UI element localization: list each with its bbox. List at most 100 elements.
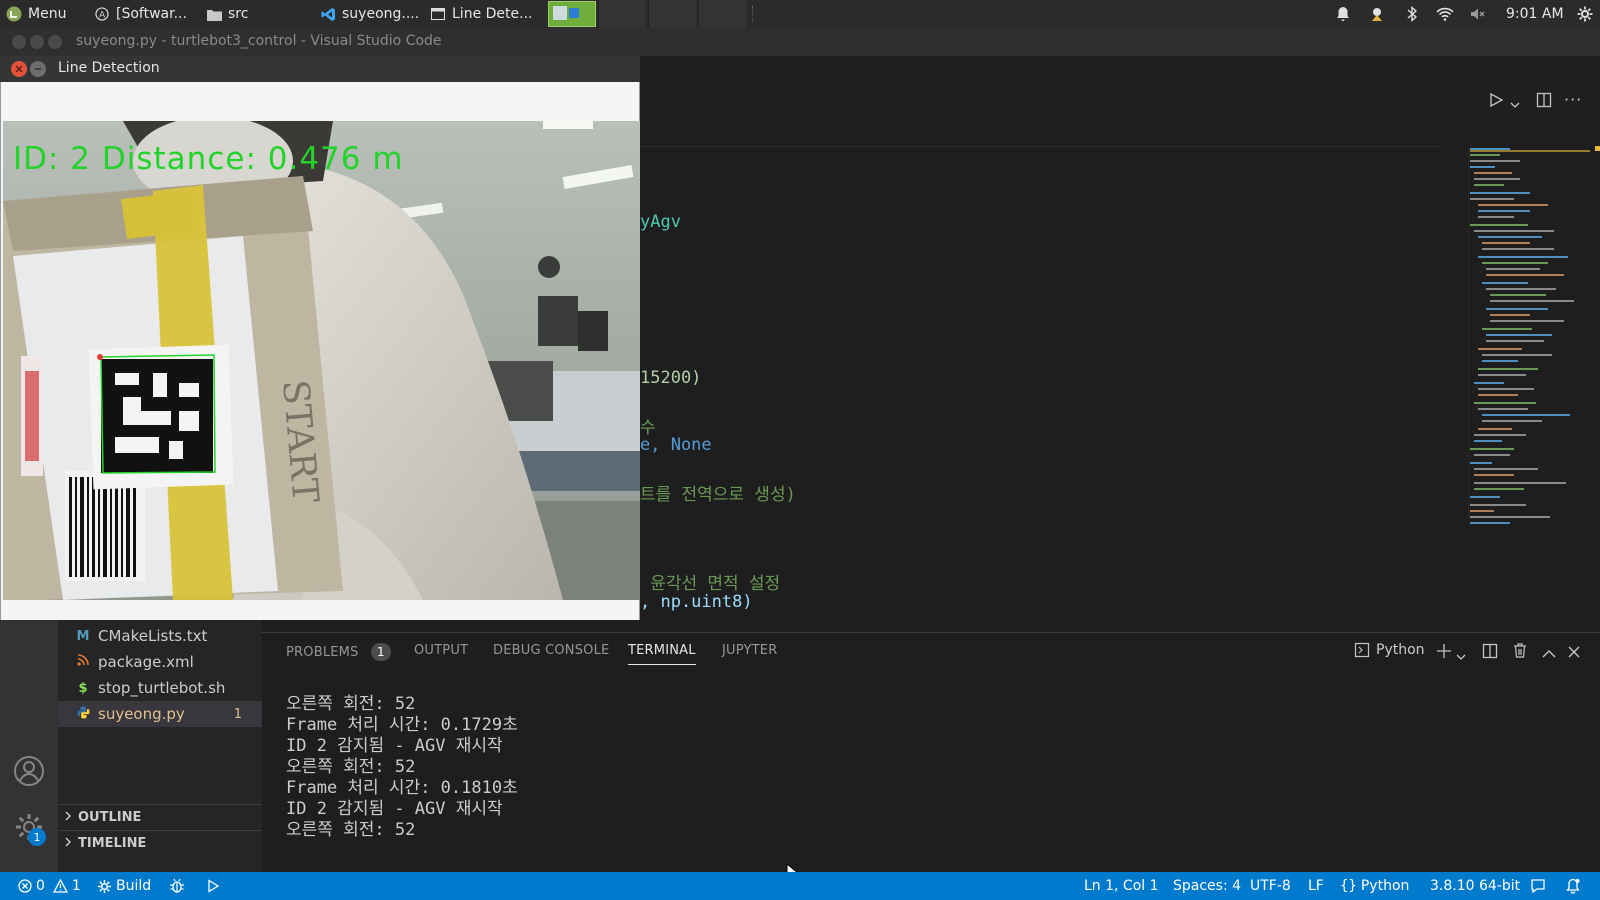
error-icon — [18, 879, 32, 893]
vscode-window-title: suyeong.py - turtlebot3_control - Visual… — [76, 33, 442, 49]
menu-label: Menu — [28, 6, 67, 22]
build-label: Build — [116, 878, 152, 894]
rss-file-icon — [76, 654, 90, 670]
current-line-highlight — [640, 146, 1440, 148]
timeline-section-header[interactable]: TIMELINE — [58, 830, 262, 856]
bluetooth-icon[interactable] — [1403, 5, 1421, 23]
minimize-icon — [35, 68, 41, 70]
tab-terminal[interactable]: TERMINAL — [628, 643, 696, 665]
code-fragment: 15200) — [640, 368, 701, 388]
workspace-3[interactable] — [648, 0, 696, 28]
workspace-thumbnail-icon — [553, 6, 579, 20]
file-item-cmakelists[interactable]: M CMakeLists.txt — [58, 623, 262, 649]
problems-status[interactable]: 0 1 — [18, 872, 81, 900]
code-fragment-text: e, None — [640, 435, 712, 455]
menu-button[interactable]: Menu — [6, 0, 66, 28]
svg-text:A: A — [99, 11, 106, 21]
update-manager-icon[interactable] — [1368, 5, 1386, 23]
vscode-close-button[interactable] — [12, 35, 26, 49]
vscode-minimize-button[interactable] — [30, 35, 44, 49]
file-item-stop-turtlebot[interactable]: $ stop_turtlebot.sh — [58, 675, 262, 701]
code-fragment-text: 트를 전역으로 생성) — [640, 485, 796, 505]
workspace-2[interactable] — [598, 0, 646, 28]
cursor-position[interactable]: Ln 1, Col 1 — [1084, 872, 1159, 900]
file-item-suyeong-py[interactable]: suyeong.py 1 — [58, 701, 262, 727]
indentation-setting[interactable]: Spaces: 4 — [1173, 872, 1241, 900]
language-mode[interactable]: {} Python — [1340, 872, 1409, 900]
vscode-maximize-button[interactable] — [48, 35, 62, 49]
taskbar-item-label: src — [228, 6, 249, 22]
tab-problems[interactable]: PROBLEMS 1 — [286, 643, 391, 661]
line-detection-window: START ID: 2 Distance: 0.476 m — [0, 82, 640, 620]
code-editor[interactable]: yAgv 15200) 수 e, None 트를 전역으로 생성) 윤각선 면적… — [640, 120, 1600, 882]
workspace-switcher-active[interactable] — [548, 1, 596, 27]
file-name: stop_turtlebot.sh — [98, 679, 226, 697]
desktop-top-panel: Menu A [Softwar... src suyeong.... Line … — [0, 0, 1600, 28]
code-fragment: e, None — [640, 435, 712, 455]
tab-debug-console[interactable]: DEBUG CONSOLE — [493, 643, 609, 658]
taskbar-item-line-detection[interactable]: Line Dete... — [430, 0, 540, 28]
trash-icon[interactable] — [1512, 642, 1528, 663]
line-detection-title: Line Detection — [58, 60, 160, 76]
taskbar-item-software[interactable]: A [Softwar... — [94, 0, 194, 28]
notification-bell-icon[interactable] — [1334, 5, 1352, 23]
file-item-package-xml[interactable]: package.xml — [58, 649, 262, 675]
tab-jupyter[interactable]: JUPYTER — [722, 643, 777, 658]
code-fragment-text: 15200) — [640, 368, 702, 388]
camera-image: START — [3, 121, 640, 600]
new-terminal-plus-icon[interactable] — [1436, 643, 1452, 663]
wifi-icon[interactable] — [1436, 5, 1454, 23]
shell-file-icon: $ — [78, 680, 88, 696]
code-fragment-text: 윤각선 면적 설정 — [640, 574, 781, 594]
volume-muted-icon[interactable] — [1469, 5, 1487, 23]
play-icon — [208, 879, 220, 893]
terminal-profile-label: Python — [1376, 642, 1425, 658]
eol-setting[interactable]: LF — [1308, 872, 1324, 900]
line-detection-titlebar[interactable]: Line Detection — [0, 56, 640, 82]
taskbar-item-label: [Softwar... — [116, 6, 187, 22]
minimap[interactable] — [1470, 148, 1585, 528]
close-icon — [15, 65, 23, 73]
split-terminal-icon[interactable] — [1482, 643, 1498, 663]
code-fragment: , np.uint8) — [640, 592, 753, 612]
explorer-panel: M CMakeLists.txt package.xml $ stop_turt… — [58, 620, 262, 872]
feedback-icon[interactable] — [1530, 872, 1546, 900]
code-fragment: 윤각선 면적 설정 — [640, 569, 780, 594]
build-button[interactable]: Build — [97, 872, 151, 900]
maximize-panel-chevron-up-icon[interactable] — [1542, 644, 1556, 663]
python-interpreter[interactable]: 3.8.10 64-bit — [1430, 872, 1520, 900]
clock-time: 9:01 AM — [1506, 6, 1564, 22]
more-actions-icon[interactable]: ··· — [1564, 90, 1582, 109]
window-icon — [430, 6, 446, 22]
tab-output[interactable]: OUTPUT — [414, 643, 468, 658]
file-problem-count: 1 — [233, 706, 242, 722]
run-python-file-icon[interactable] — [1488, 92, 1504, 112]
run-button[interactable] — [206, 872, 220, 900]
tab-problems-label: PROBLEMS — [286, 645, 359, 660]
vscode-window-titlebar[interactable]: suyeong.py - turtlebot3_control - Visual… — [0, 28, 1600, 56]
line-detection-close-button[interactable] — [11, 61, 27, 77]
taskbar-item-label: Line Dete... — [452, 6, 533, 22]
close-panel-icon[interactable] — [1568, 643, 1580, 662]
outline-section-header[interactable]: OUTLINE — [58, 804, 262, 830]
chevron-right-icon — [64, 836, 72, 851]
terminal-profile[interactable]: Python — [1354, 642, 1425, 658]
run-dropdown-chevron-icon[interactable] — [1510, 94, 1520, 113]
outline-label: OUTLINE — [78, 810, 142, 825]
accounts-icon[interactable] — [13, 755, 45, 791]
taskbar-item-src[interactable]: src — [206, 0, 286, 28]
line-detection-minimize-button[interactable] — [30, 61, 46, 77]
python-file-icon — [76, 706, 90, 723]
debug-button[interactable] — [169, 872, 185, 900]
workspace-4[interactable] — [698, 0, 746, 28]
split-editor-icon[interactable] — [1536, 92, 1552, 112]
system-settings-icon[interactable] — [1576, 5, 1594, 23]
clock[interactable]: 9:01 AM — [1506, 0, 1564, 28]
notifications-bell-icon[interactable] — [1566, 872, 1580, 900]
terminal-dropdown-chevron-icon[interactable] — [1456, 646, 1466, 665]
problems-count-badge: 1 — [370, 643, 391, 661]
taskbar-item-vscode[interactable]: suyeong.... — [320, 0, 420, 28]
encoding-setting[interactable]: UTF-8 — [1250, 872, 1291, 900]
distro-logo-icon — [6, 6, 22, 22]
vscode-icon — [320, 6, 336, 22]
